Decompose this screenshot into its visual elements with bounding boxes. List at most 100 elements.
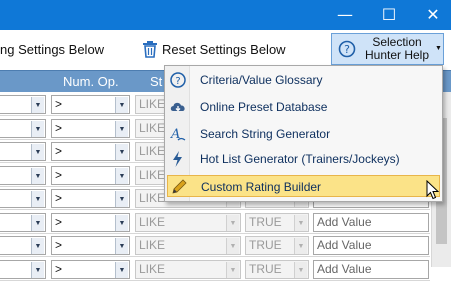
- menu-item-custom-rating-builder[interactable]: Custom Rating Builder: [167, 175, 440, 197]
- chevron-down-icon: ▼: [115, 238, 128, 254]
- maximize-button[interactable]: ☐: [374, 0, 404, 30]
- criteria-select[interactable]: ▼: [0, 142, 46, 161]
- bool-select[interactable]: TRUE ▼: [245, 259, 309, 279]
- chevron-down-icon: ▼: [115, 191, 128, 207]
- value-input[interactable]: Add Value: [313, 212, 429, 232]
- chevron-down-icon: ▼: [31, 97, 44, 113]
- num-op-select[interactable]: > ▼: [51, 142, 130, 161]
- selection-hunter-help-button[interactable]: ? Selection Hunter Help ▼: [331, 33, 444, 65]
- num-op-select[interactable]: > ▼: [51, 189, 130, 208]
- chevron-down-icon: ▼: [31, 191, 44, 207]
- chevron-down-icon: ▼: [294, 261, 307, 278]
- str-op-value: LIKE: [139, 144, 166, 158]
- chevron-down-icon: ▼: [115, 120, 128, 137]
- num-op-select[interactable]: > ▼: [51, 95, 130, 114]
- menu-item-online-preset-database[interactable]: Online Preset Database: [167, 96, 440, 118]
- chevron-down-icon: ▼: [31, 120, 44, 137]
- maximize-icon: ☐: [381, 5, 397, 24]
- text-style-icon: A: [170, 127, 186, 142]
- num-op-value: >: [55, 191, 63, 205]
- menu-item-hot-list-generator[interactable]: Hot List Generator (Trainers/Jockeys): [167, 148, 440, 170]
- str-op-value: LIKE: [139, 167, 166, 182]
- chevron-down-icon: ▼: [115, 214, 128, 231]
- bool-select[interactable]: TRUE ▼: [245, 236, 309, 255]
- help-button-label: Selection Hunter Help: [364, 35, 430, 62]
- chevron-down-icon: ▼: [226, 261, 239, 278]
- chevron-down-icon: ▼: [294, 214, 307, 231]
- num-op-select[interactable]: > ▼: [51, 212, 130, 232]
- help-dropdown-menu: ? Criteria/Value Glossary Online Preset …: [164, 65, 443, 202]
- num-op-select[interactable]: > ▼: [51, 259, 130, 279]
- num-op-column-header[interactable]: Num. Op.: [63, 74, 119, 89]
- chevron-down-icon: ▼: [294, 238, 307, 254]
- chevron-down-icon: ▼: [31, 167, 44, 184]
- str-op-select[interactable]: LIKE ▼: [135, 259, 241, 279]
- criteria-select[interactable]: ▼: [0, 189, 46, 208]
- chevron-down-icon: ▼: [31, 261, 44, 278]
- svg-text:?: ?: [344, 43, 350, 56]
- str-op-value: LIKE: [139, 191, 166, 205]
- row-divider: [0, 232, 430, 234]
- mouse-cursor-icon: [426, 180, 440, 200]
- criteria-select[interactable]: ▼: [0, 236, 46, 255]
- minimize-button[interactable]: —: [330, 0, 360, 30]
- str-op-column-header[interactable]: St: [150, 74, 162, 89]
- str-op-select[interactable]: LIKE ▼: [135, 212, 241, 232]
- num-op-value: >: [55, 167, 63, 182]
- criteria-select[interactable]: ▼: [0, 95, 46, 114]
- value-input[interactable]: Add Value: [313, 259, 429, 279]
- chevron-down-icon: ▼: [31, 238, 44, 254]
- minimize-icon: —: [337, 5, 353, 24]
- menu-item-label: Online Preset Database: [200, 100, 328, 114]
- row-divider: [0, 209, 430, 210]
- chevron-down-icon: ▼: [31, 144, 44, 160]
- num-op-value: >: [55, 97, 63, 111]
- chevron-down-icon: ▼: [115, 167, 128, 184]
- chevron-down-icon: ▼: [31, 214, 44, 231]
- menu-item-label: Hot List Generator (Trainers/Jockeys): [200, 152, 400, 166]
- value-input[interactable]: Add Value: [313, 236, 429, 255]
- bool-select[interactable]: TRUE ▼: [245, 212, 309, 232]
- menu-item-criteria-glossary[interactable]: ? Criteria/Value Glossary: [167, 69, 440, 91]
- num-op-select[interactable]: > ▼: [51, 236, 130, 255]
- num-op-value: >: [55, 261, 63, 276]
- reset-settings-label[interactable]: Reset Settings Below: [162, 42, 286, 57]
- value-placeholder: Add Value: [317, 238, 372, 252]
- bool-value: TRUE: [249, 214, 282, 229]
- menu-item-label: Custom Rating Builder: [201, 180, 322, 194]
- num-op-select[interactable]: > ▼: [51, 165, 130, 185]
- question-circle-icon: ?: [338, 40, 356, 58]
- num-op-value: >: [55, 144, 63, 158]
- value-placeholder: Add Value: [317, 261, 372, 276]
- row-divider: [0, 256, 430, 257]
- chevron-down-icon: ▼: [435, 45, 442, 52]
- criteria-select[interactable]: ▼: [0, 118, 46, 138]
- chevron-down-icon: ▼: [115, 97, 128, 113]
- close-button[interactable]: ✕: [418, 0, 448, 30]
- num-op-value: >: [55, 214, 63, 229]
- save-settings-button[interactable]: ng Settings Below: [0, 42, 104, 57]
- close-icon: ✕: [426, 5, 440, 24]
- str-op-value: LIKE: [139, 238, 166, 252]
- str-op-value: LIKE: [139, 214, 166, 229]
- cloud-download-icon: [170, 102, 185, 112]
- chevron-down-icon: ▼: [226, 214, 239, 231]
- criteria-select[interactable]: ▼: [0, 259, 46, 279]
- criteria-select[interactable]: ▼: [0, 212, 46, 232]
- str-op-value: LIKE: [139, 120, 166, 135]
- value-placeholder: Add Value: [317, 214, 372, 229]
- num-op-select[interactable]: > ▼: [51, 118, 130, 138]
- str-op-select[interactable]: LIKE ▼: [135, 236, 241, 255]
- lightning-icon: [173, 151, 182, 167]
- row-divider: [0, 279, 430, 281]
- num-op-value: >: [55, 238, 63, 252]
- bool-value: TRUE: [249, 238, 282, 252]
- criteria-select[interactable]: ▼: [0, 165, 46, 185]
- str-op-value: LIKE: [139, 97, 166, 111]
- num-op-value: >: [55, 120, 63, 135]
- chevron-down-icon: ▼: [226, 238, 239, 254]
- str-op-value: LIKE: [139, 261, 166, 276]
- reset-settings-button[interactable]: [142, 40, 158, 58]
- menu-item-search-string-generator[interactable]: A Search String Generator: [167, 123, 440, 145]
- title-bar: — ☐ ✕: [0, 0, 451, 30]
